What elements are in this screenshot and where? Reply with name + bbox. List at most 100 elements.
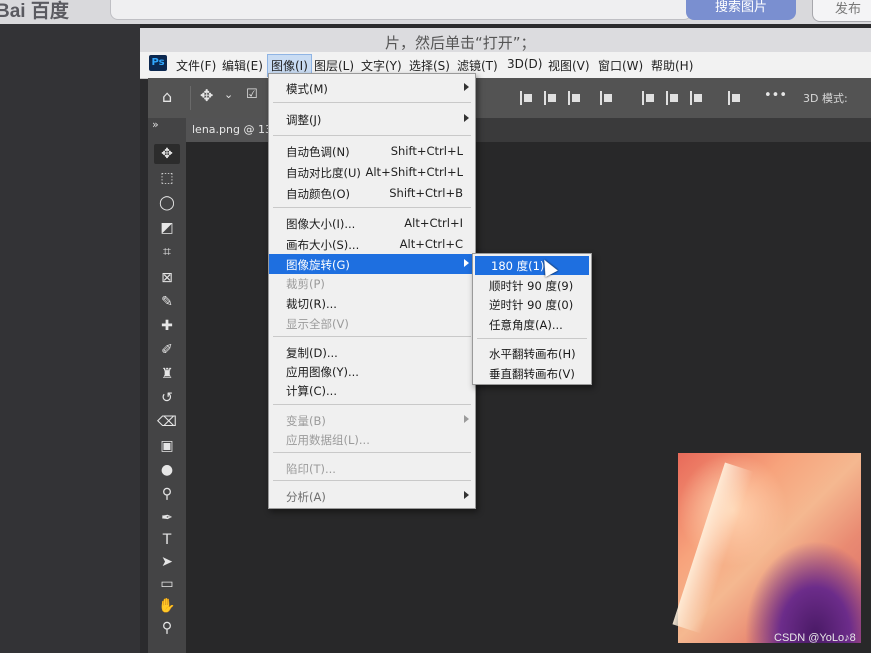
submenu-item-rotate-ccw-90[interactable]: 逆时针 90 度(0) [473,295,591,314]
collapse-panel-icon[interactable]: » [148,118,190,134]
menu-filter[interactable]: 滤镜(T) [457,57,498,74]
more-options-button[interactable]: ••• [764,88,787,103]
brush-tool-icon[interactable]: ✐ [154,340,180,360]
history-brush-tool-icon[interactable]: ↺ [154,388,180,408]
menu-item-apply-data-set: 应用数据组(L)... [286,433,370,447]
options-divider [190,86,191,110]
distribute-top-icon[interactable] [642,91,656,105]
tools-panel: » ✥ ⬚ ◯ ◩ ⌗ ⊠ ✎ ✚ ✐ ♜ ↺ ⌫ ▣ ● ⚲ ✒ T ➤ ▭ … [148,118,187,653]
menu-select[interactable]: 选择(S) [409,57,450,74]
eraser-tool-icon[interactable]: ⌫ [154,412,180,432]
menu-item-auto-contrast[interactable]: 自动对比度(U) Alt+Shift+Ctrl+L [269,162,475,182]
menu-item-adjustments[interactable]: 调整(J) [269,109,475,129]
photoshop-logo-icon: Ps [149,55,167,71]
menu-divider [273,135,471,136]
menu-item-trim[interactable]: 裁切(R)... [269,293,475,313]
home-icon[interactable]: ⌂ [162,87,172,106]
align-top-icon[interactable] [600,91,614,105]
auto-select-checkbox[interactable]: ☑ [246,87,258,102]
menu-item-auto-tone[interactable]: 自动色调(N) Shift+Ctrl+L [269,141,475,161]
caption-text: 片，然后单击“打开”； [385,34,536,52]
menu-type[interactable]: 文字(Y) [361,57,402,74]
rectangle-tool-icon[interactable]: ▭ [154,574,180,594]
screen-left-edge [0,24,140,653]
menu-help[interactable]: 帮助(H) [651,57,693,74]
baidu-logo: Bai 百度 [0,1,69,22]
menu-divider [273,102,471,103]
caption-bar: 片，然后单击“打开”； [140,28,871,54]
ps-menubar: Ps 文件(F) 编辑(E) 图像(I) 图层(L) 文字(Y) 选择(S) 滤… [140,52,871,79]
lena-image [678,453,861,643]
eyedropper-tool-icon[interactable]: ✎ [154,292,180,312]
distribute-bottom-icon[interactable] [690,91,704,105]
menu-item-trap: 陷印(T)... [286,462,336,476]
menu-edit[interactable]: 编辑(E) [222,57,263,74]
align-center-icon[interactable] [544,91,558,105]
menu-item-variables: 变量(B) [269,410,475,430]
submenu-item-flip-horizontal[interactable]: 水平翻转画布(H) [473,344,591,363]
menu-item-analysis[interactable]: 分析(A) [269,486,475,506]
type-tool-icon[interactable]: T [154,530,180,550]
menu-item-mode[interactable]: 模式(M) [269,78,475,98]
menu-item-image-rotation[interactable]: 图像旋转(G) [269,254,475,274]
menu-item-apply-image[interactable]: 应用图像(Y)... [269,361,475,381]
image-rotation-submenu: 180 度(1) 顺时针 90 度(9) 逆时针 90 度(0) 任意角度(A)… [472,253,592,385]
submenu-arrow-icon [464,114,469,122]
frame-tool-icon[interactable]: ⊠ [154,268,180,288]
pen-tool-icon[interactable]: ✒ [154,508,180,528]
menu-divider [273,480,471,481]
menu-window[interactable]: 窗口(W) [598,57,643,74]
3d-mode-label: 3D 模式: [803,92,848,105]
distribute-middle-icon[interactable] [666,91,680,105]
submenu-item-rotate-180[interactable]: 180 度(1) [475,256,589,275]
menu-divider [273,207,471,208]
align-right-icon[interactable] [568,91,582,105]
menu-divider [273,336,471,337]
submenu-item-rotate-arbitrary[interactable]: 任意角度(A)... [473,315,591,334]
healing-brush-tool-icon[interactable]: ✚ [154,316,180,336]
stamp-tool-icon[interactable]: ♜ [154,364,180,384]
menu-item-calculations[interactable]: 计算(C)... [269,380,475,400]
menu-divider [273,452,471,453]
submenu-arrow-icon [464,83,469,91]
path-select-tool-icon[interactable]: ➤ [154,552,180,572]
menu-divider [477,338,587,339]
submenu-arrow-icon [464,259,469,267]
dodge-tool-icon[interactable]: ⚲ [154,484,180,504]
menu-item-image-size[interactable]: 图像大小(I)... Alt+Ctrl+I [269,213,475,233]
submenu-arrow-icon [464,415,469,423]
distribute-horizontal-icon[interactable] [728,91,742,105]
document-tab[interactable]: lena.png @ 13 [186,118,274,142]
submenu-arrow-icon [464,491,469,499]
browser-strip: Bai 百度 搜索图片 发布 [0,0,871,24]
chevron-down-icon[interactable]: ⌄ [224,88,233,101]
menu-file[interactable]: 文件(F) [176,57,216,74]
menu-item-duplicate[interactable]: 复制(D)... [269,342,475,362]
zoom-tool-icon[interactable]: ⚲ [154,618,180,638]
browser-search-input[interactable] [110,0,692,20]
options-bar: ⌂ ✥ ⌄ ☑ ••• 3D 模式: [148,78,871,119]
gradient-tool-icon[interactable]: ▣ [154,436,180,456]
menu-layer[interactable]: 图层(L) [314,57,354,74]
marquee-tool-icon[interactable]: ⬚ [154,168,180,188]
align-left-icon[interactable] [520,91,534,105]
browser-search-button[interactable]: 搜索图片 [686,0,796,20]
crop-tool-icon[interactable]: ⌗ [154,242,180,262]
image-menu-dropdown: 模式(M) 调整(J) 自动色调(N) Shift+Ctrl+L 自动对比度(U)… [268,73,476,509]
menu-3d[interactable]: 3D(D) [507,57,542,71]
menu-view[interactable]: 视图(V) [548,57,590,74]
move-tool-icon[interactable]: ✥ [200,86,213,105]
blur-tool-icon[interactable]: ● [154,460,180,480]
object-select-tool-icon[interactable]: ◩ [154,218,180,238]
submenu-item-flip-vertical[interactable]: 垂直翻转画布(V) [473,364,591,383]
menu-item-crop: 裁剪(P) [286,277,325,291]
menu-item-auto-color[interactable]: 自动颜色(O) Shift+Ctrl+B [269,183,475,203]
submenu-item-rotate-cw-90[interactable]: 顺时针 90 度(9) [473,276,591,295]
hand-tool-icon[interactable]: ✋ [154,596,180,616]
browser-secondary-button[interactable]: 发布 [812,0,871,22]
menu-item-canvas-size[interactable]: 画布大小(S)... Alt+Ctrl+C [269,234,475,254]
menu-item-reveal-all: 显示全部(V) [286,317,349,331]
menu-divider [273,404,471,405]
lasso-tool-icon[interactable]: ◯ [154,193,180,213]
move-tool-icon[interactable]: ✥ [154,144,180,164]
